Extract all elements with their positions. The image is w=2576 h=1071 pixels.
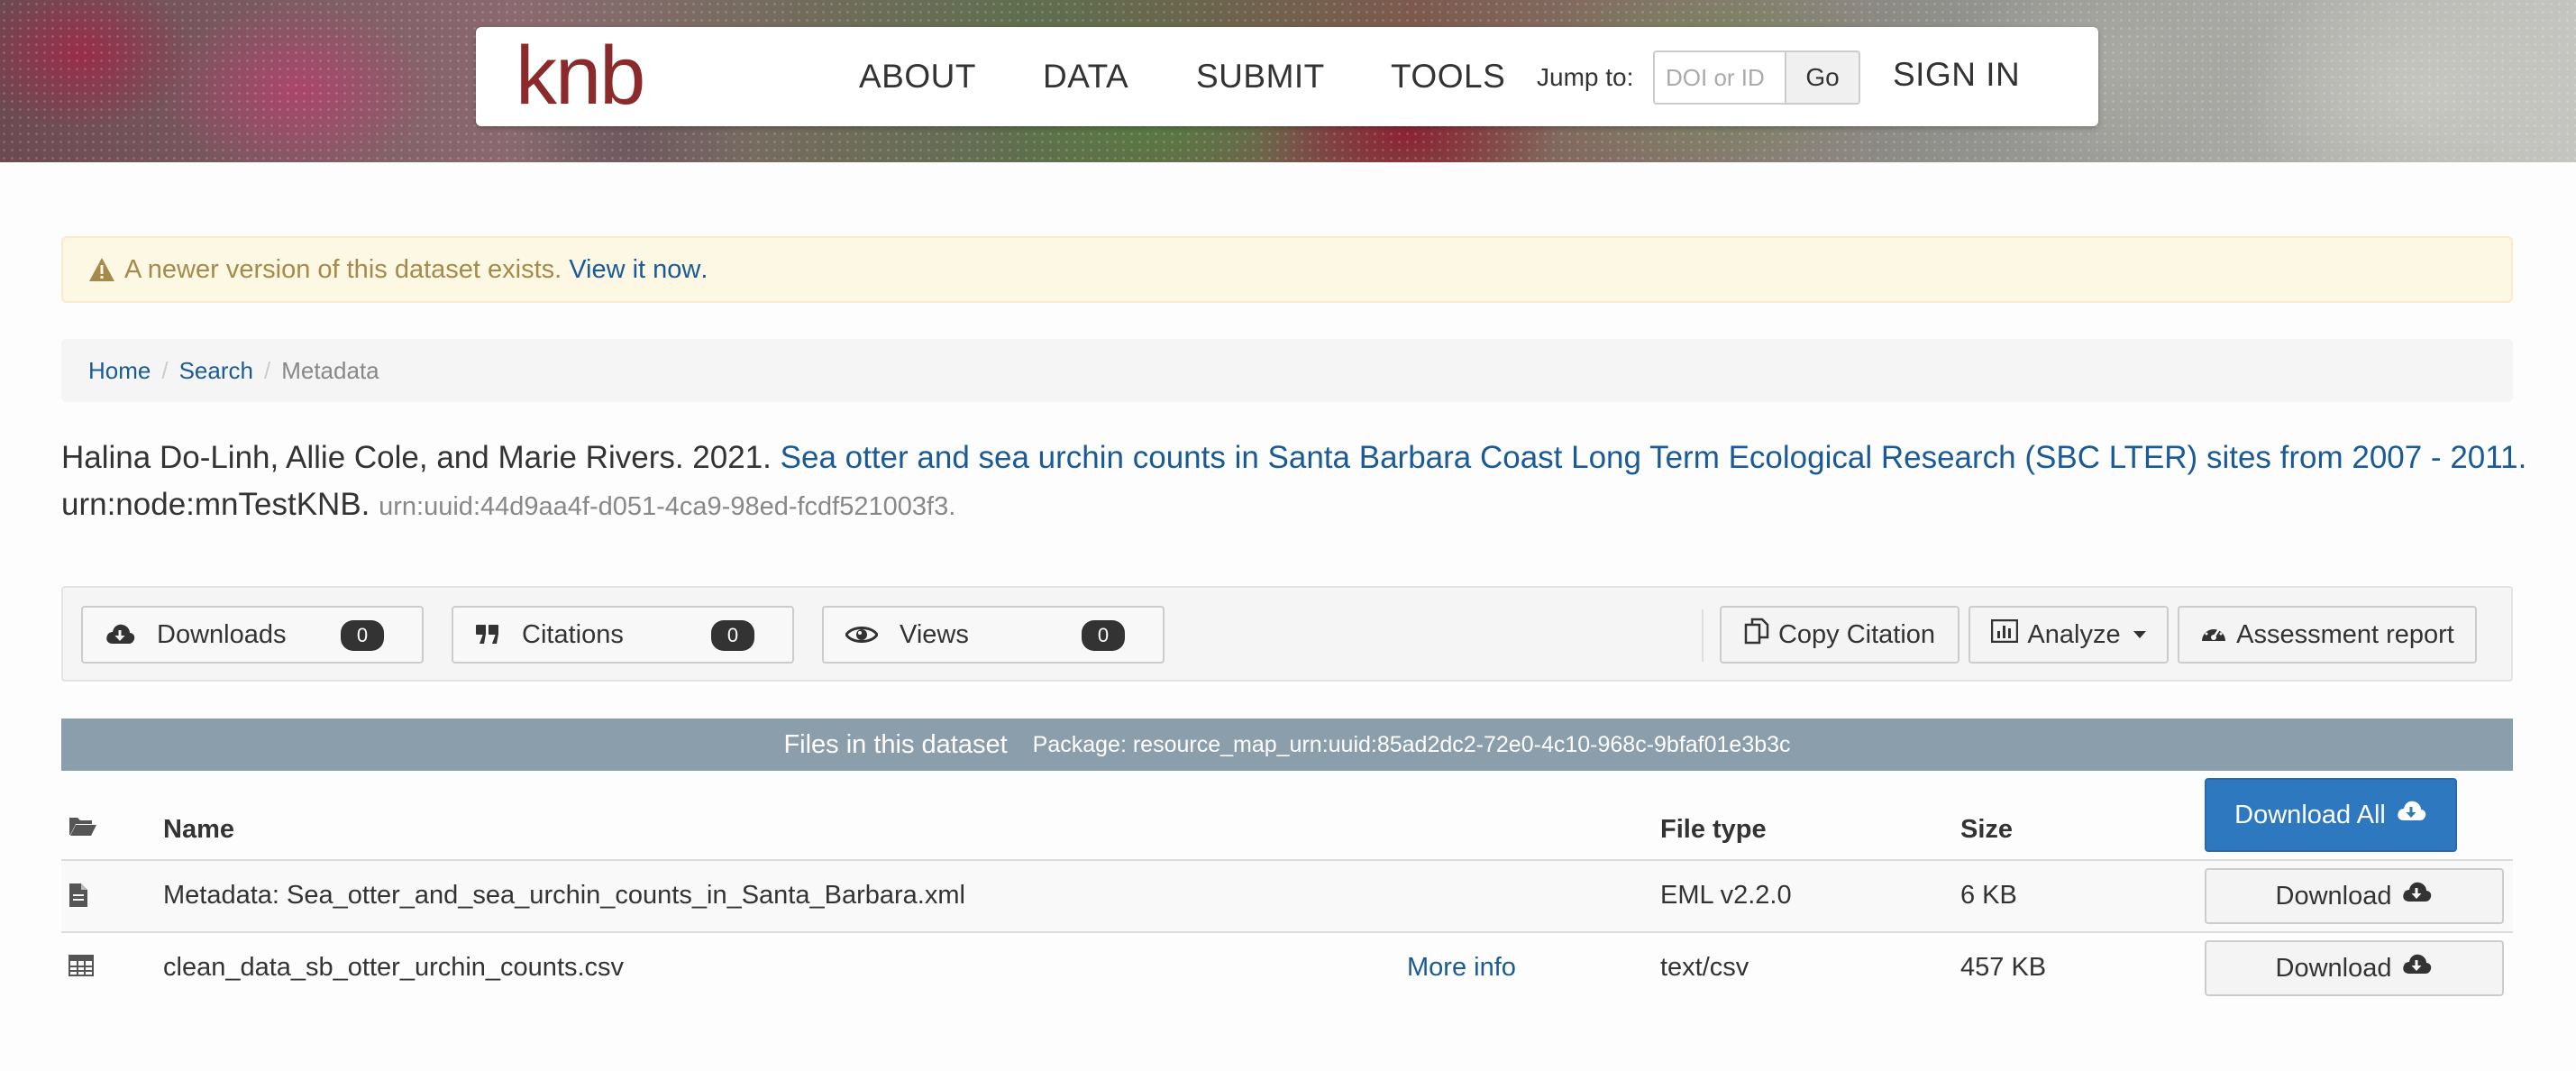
file-size: 457 KB (1960, 953, 2047, 982)
files-header-bar: Files in this dataset Package: resource_… (61, 719, 2513, 771)
newer-version-alert: A newer version of this dataset exists. … (61, 236, 2513, 303)
file-name: clean_data_sb_otter_urchin_counts.csv (163, 953, 625, 982)
table-row: clean_data_sb_otter_urchin_counts.csv Mo… (61, 933, 2513, 1005)
navbar: knb ABOUT DATA SUBMIT TOOLS Jump to: Go … (476, 27, 2098, 126)
citation-authors: Halina Do-Linh, Allie Cole, and Marie Ri… (61, 440, 772, 475)
bar-chart-icon (1991, 618, 2019, 650)
citations-label: Citations (522, 619, 624, 649)
download-button[interactable]: Download (2205, 868, 2504, 924)
column-header-name: Name (163, 815, 234, 844)
alert-period: . (700, 254, 708, 284)
downloads-count-badge: 0 (341, 620, 384, 651)
jump-to-label: Jump to: (1537, 63, 1634, 91)
jump-go-button[interactable]: Go (1785, 50, 1860, 105)
breadcrumb: Home / Search / Metadata (61, 339, 2513, 402)
copy-citation-button[interactable]: Copy Citation (1720, 606, 1959, 664)
views-metric-button[interactable]: Views 0 (822, 606, 1165, 664)
download-all-label: Download All (2234, 800, 2386, 829)
table-icon (69, 955, 94, 981)
citation-node: urn:node:mnTestKNB. (61, 487, 370, 522)
citation-title-link[interactable]: Sea otter and sea urchin counts in Santa… (781, 440, 2527, 475)
cloud-download-icon (2395, 799, 2427, 831)
package-id: Package: resource_map_urn:uuid:85ad2dc2-… (1032, 731, 1791, 757)
download-label: Download (2275, 881, 2392, 911)
column-header-size: Size (1960, 815, 2014, 844)
nav-about[interactable]: ABOUT (859, 58, 976, 96)
table-header-row: Name File type Size Download All (61, 775, 2513, 861)
download-label: Download (2275, 953, 2392, 983)
citations-count-badge: 0 (711, 620, 754, 651)
downloads-label: Downloads (157, 619, 287, 649)
breadcrumb-separator: / (161, 356, 169, 384)
eye-icon (845, 624, 878, 645)
analyze-label: Analyze (2027, 619, 2121, 649)
jump-to-input[interactable] (1653, 50, 1786, 105)
breadcrumb-search[interactable]: Search (179, 357, 253, 385)
views-label: Views (900, 619, 969, 649)
assessment-report-label: Assessment report (2236, 619, 2454, 649)
nav-submit[interactable]: SUBMIT (1196, 58, 1325, 96)
breadcrumb-separator: / (263, 356, 271, 384)
views-count-badge: 0 (1082, 620, 1125, 651)
toolbar-divider (1702, 609, 1704, 662)
copy-citation-label: Copy Citation (1777, 619, 1936, 649)
knb-logo[interactable]: knb (516, 34, 645, 117)
nav-data[interactable]: DATA (1043, 58, 1128, 96)
warning-icon (88, 257, 115, 282)
sign-in-link[interactable]: SIGN IN (1893, 56, 2020, 94)
breadcrumb-home[interactable]: Home (88, 357, 151, 385)
file-icon (69, 883, 88, 912)
downloads-metric-button[interactable]: Downloads 0 (81, 606, 424, 664)
column-header-file-type: File type (1660, 815, 1767, 844)
download-all-button[interactable]: Download All (2205, 778, 2457, 852)
files-header-title: Files in this dataset (783, 729, 1008, 759)
folder-open-icon (69, 815, 97, 841)
nav-tools[interactable]: TOOLS (1391, 58, 1505, 96)
citations-metric-button[interactable]: Citations 0 (452, 606, 794, 664)
copy-icon (1744, 618, 1769, 652)
dataset-citation: Halina Do-Linh, Allie Cole, and Marie Ri… (61, 435, 2531, 530)
breadcrumb-metadata: Metadata (281, 356, 379, 384)
download-button[interactable]: Download (2205, 940, 2504, 996)
citation-urn: urn:uuid:44d9aa4f-d051-4ca9-98ed-fcdf521… (379, 492, 956, 521)
quote-icon (475, 623, 500, 646)
cloud-download-icon (2400, 880, 2433, 912)
view-it-now-link[interactable]: View it now (569, 255, 700, 285)
cloud-download-icon (2400, 952, 2433, 984)
file-type: EML v2.2.0 (1660, 881, 1792, 910)
file-type: text/csv (1660, 953, 1749, 982)
analyze-dropdown-button[interactable]: Analyze (1969, 606, 2169, 664)
alert-text: A newer version of this dataset exists. (124, 254, 562, 284)
chevron-down-icon (2133, 631, 2146, 638)
assessment-report-button[interactable]: Assessment report (2178, 606, 2477, 664)
more-info-link[interactable]: More info (1407, 953, 1516, 983)
table-row: Metadata: Sea_otter_and_sea_urchin_count… (61, 861, 2513, 933)
file-size: 6 KB (1960, 881, 2017, 910)
file-name: Metadata: Sea_otter_and_sea_urchin_count… (163, 881, 965, 910)
cloud-download-icon (105, 622, 135, 647)
dashboard-icon (2200, 620, 2227, 650)
metrics-toolbar: Downloads 0 Citations 0 Views 0 Copy Cit… (61, 586, 2513, 682)
